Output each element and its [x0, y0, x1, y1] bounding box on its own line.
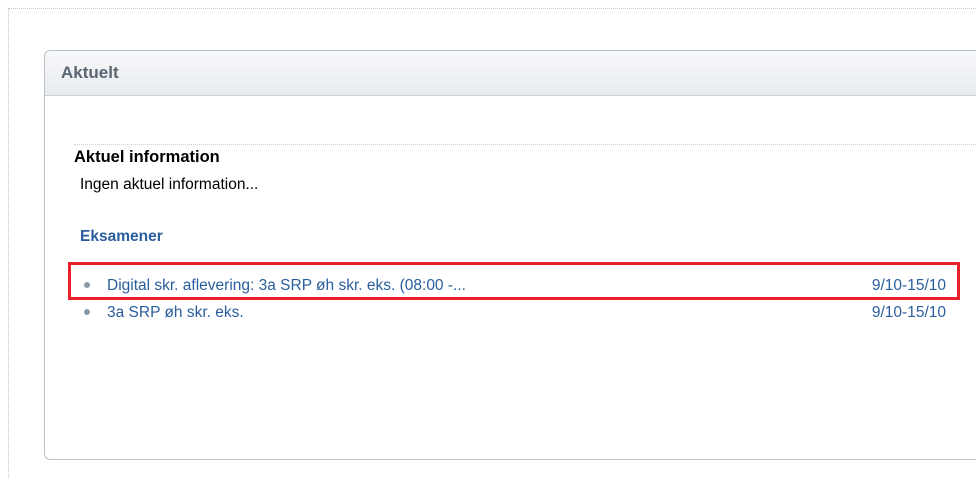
section-divider [74, 144, 976, 145]
exam-link[interactable]: 3a SRP øh skr. eks. [107, 304, 244, 322]
info-text: Ingen aktuel information... [80, 176, 259, 193]
highlight-box [68, 262, 960, 300]
exam-list-item[interactable]: 3a SRP øh skr. eks. 9/10-15/10 [84, 304, 946, 328]
exam-date: 9/10-15/10 [871, 304, 946, 321]
bullet-icon [84, 309, 90, 315]
exams-heading: Eksamener [80, 228, 163, 245]
panel-title: Aktuelt [61, 63, 119, 82]
info-heading: Aktuel information [74, 148, 220, 166]
aktuelt-panel: Aktuelt [44, 50, 976, 460]
panel-header: Aktuelt [45, 51, 976, 96]
